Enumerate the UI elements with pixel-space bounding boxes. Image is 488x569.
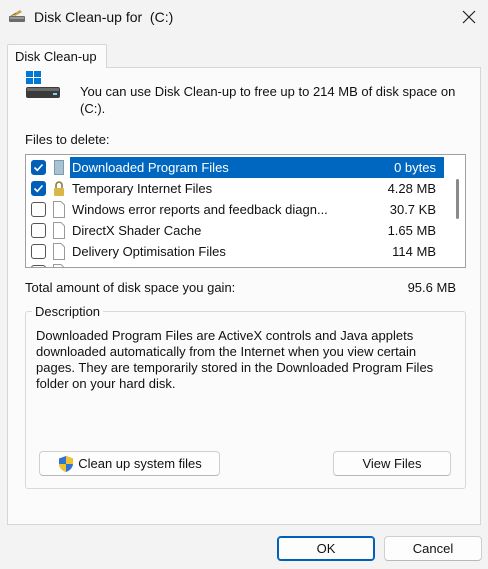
folder-icon	[52, 159, 66, 176]
files-to-delete-label: Files to delete:	[25, 132, 110, 147]
list-item[interactable]: DirectX Shader Cache 1.65 MB	[26, 220, 444, 241]
tab-disk-cleanup[interactable]: Disk Clean-up	[7, 44, 107, 68]
item-checkbox[interactable]	[31, 202, 46, 217]
item-name: DirectX Shader Cache	[72, 223, 202, 238]
list-item-partial[interactable]	[26, 262, 444, 267]
ok-button[interactable]: OK	[277, 536, 375, 561]
view-files-label: View Files	[362, 456, 422, 471]
file-icon	[52, 201, 66, 218]
item-size: 4.28 MB	[387, 181, 436, 196]
view-files-button[interactable]: View Files	[333, 451, 451, 476]
description-legend: Description	[32, 304, 104, 319]
item-size: 0 bytes	[394, 160, 436, 175]
cancel-button[interactable]: Cancel	[384, 536, 482, 561]
item-name: Delivery Optimisation Files	[72, 244, 226, 259]
file-icon	[52, 264, 66, 267]
title-bar[interactable]: Disk Clean-up for (C:)	[0, 0, 488, 36]
total-value: 95.6 MB	[407, 280, 456, 295]
uac-shield-icon	[59, 455, 74, 472]
clean-up-system-files-label: Clean up system files	[78, 456, 202, 471]
disk-cleanup-icon	[8, 9, 26, 23]
file-icon	[52, 243, 66, 260]
file-icon	[52, 222, 66, 239]
item-checkbox[interactable]	[31, 265, 46, 267]
files-listbox[interactable]: Downloaded Program Files 0 bytes Tempora…	[25, 154, 466, 268]
list-item[interactable]: Temporary Internet Files 4.28 MB	[26, 178, 444, 199]
disk-cleanup-window: Disk Clean-up for (C:) Disk Clean-up You…	[0, 0, 488, 569]
item-checkbox[interactable]	[31, 244, 46, 259]
checkmark-icon	[33, 163, 44, 172]
drive-icon	[25, 70, 63, 100]
intro-text: You can use Disk Clean-up to free up to …	[80, 84, 456, 116]
description-text: Downloaded Program Files are ActiveX con…	[36, 328, 434, 391]
item-size: 30.7 KB	[389, 202, 436, 217]
item-name: Windows error reports and feedback diagn…	[72, 202, 328, 217]
window-title: Disk Clean-up for (C:)	[34, 9, 174, 25]
list-item[interactable]: Downloaded Program Files 0 bytes	[26, 157, 444, 178]
item-size: 1.65 MB	[387, 223, 436, 238]
lock-icon	[52, 180, 66, 197]
ok-label: OK	[316, 541, 336, 556]
item-name: Downloaded Program Files	[72, 160, 229, 175]
list-item[interactable]: Windows error reports and feedback diagn…	[26, 199, 444, 220]
item-checkbox[interactable]	[31, 160, 46, 175]
list-scrollbar[interactable]	[450, 155, 465, 267]
close-icon	[462, 10, 476, 24]
item-name: Temporary Internet Files	[72, 181, 213, 196]
scroll-thumb[interactable]	[456, 179, 459, 219]
tab-label: Disk Clean-up	[15, 49, 97, 64]
item-checkbox[interactable]	[31, 181, 46, 196]
item-size: 114 MB	[392, 244, 436, 259]
clean-up-system-files-button[interactable]: Clean up system files	[39, 451, 220, 476]
cancel-label: Cancel	[412, 541, 454, 556]
item-checkbox[interactable]	[31, 223, 46, 238]
list-item[interactable]: Delivery Optimisation Files 114 MB	[26, 241, 444, 262]
close-button[interactable]	[450, 0, 488, 34]
total-label: Total amount of disk space you gain:	[25, 280, 236, 295]
checkmark-icon	[33, 184, 44, 193]
